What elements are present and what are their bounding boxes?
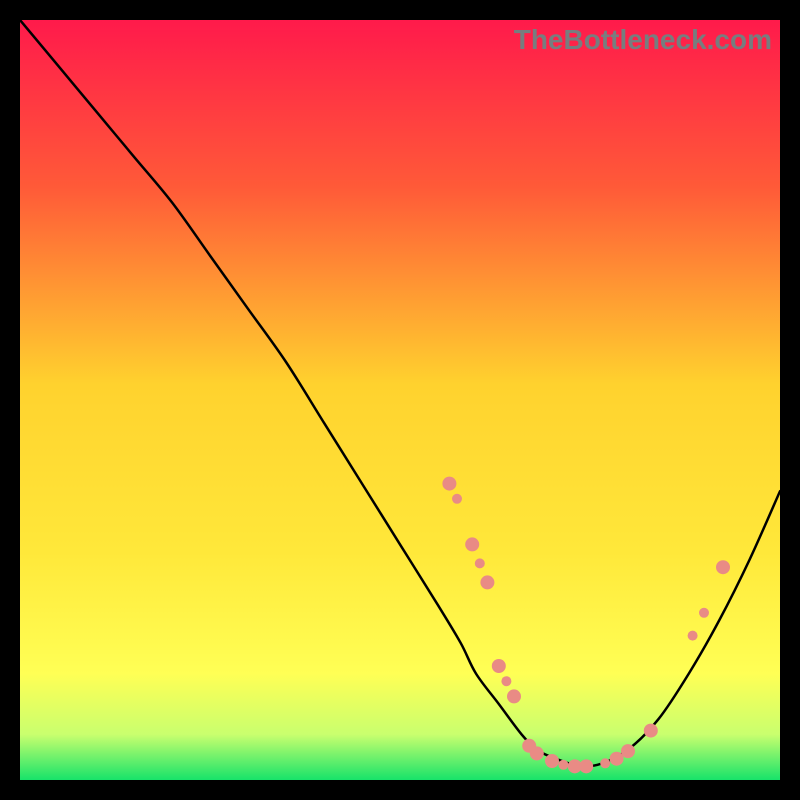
marker-dot <box>452 494 462 504</box>
marker-dot <box>475 558 485 568</box>
bottleneck-chart <box>20 20 780 780</box>
marker-dot <box>610 752 624 766</box>
marker-dot <box>699 608 709 618</box>
marker-dot <box>545 754 559 768</box>
marker-dot <box>621 744 635 758</box>
marker-dot <box>644 724 658 738</box>
marker-dot <box>600 758 610 768</box>
marker-dot <box>492 659 506 673</box>
marker-dot <box>465 537 479 551</box>
marker-dot <box>507 689 521 703</box>
watermark-text: TheBottleneck.com <box>514 24 772 56</box>
marker-dot <box>530 746 544 760</box>
gradient-background <box>20 20 780 780</box>
marker-dot <box>442 477 456 491</box>
marker-dot <box>688 631 698 641</box>
marker-dot <box>501 676 511 686</box>
marker-dot <box>579 759 593 773</box>
marker-dot <box>558 760 568 770</box>
marker-dot <box>480 575 494 589</box>
chart-frame: TheBottleneck.com <box>20 20 780 780</box>
marker-dot <box>716 560 730 574</box>
